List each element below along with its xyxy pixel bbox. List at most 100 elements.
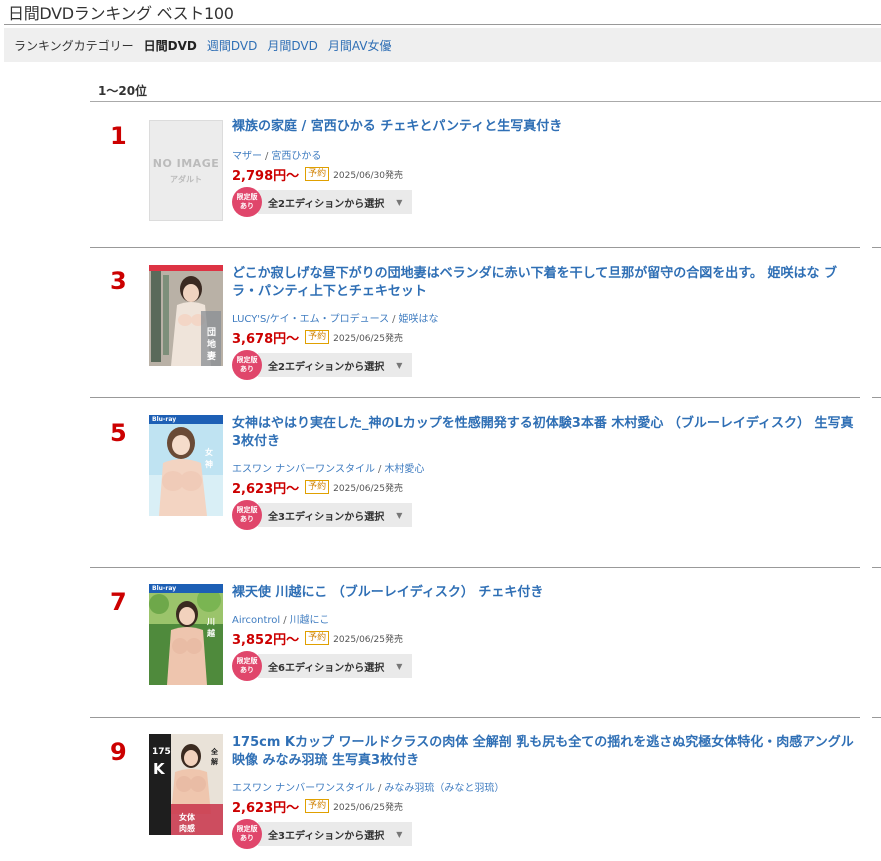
price: 2,623円〜 xyxy=(232,481,300,497)
limited-edition-badge: 限定版 あり xyxy=(232,350,262,380)
item-divider-tail xyxy=(872,247,881,248)
edition-select-label: 全3エディションから選択 xyxy=(268,511,385,523)
cover-text-175: 175 xyxy=(152,747,171,757)
edition-select-dropdown[interactable]: 全2エディションから選択 ▼ xyxy=(258,353,413,377)
category-link-monthly-dvd[interactable]: 月間DVD xyxy=(267,37,317,54)
svg-text:団: 団 xyxy=(207,327,216,338)
product-info: 女神はやはり実在した_神のLカップを性感開発する初体験3本番 木村愛心 （ブルー… xyxy=(232,415,862,530)
price: 2,623円〜 xyxy=(232,800,300,816)
reserve-badge: 予約 xyxy=(305,799,330,813)
limited-label-sub: あり xyxy=(240,365,254,373)
limited-label-sub: あり xyxy=(240,515,254,523)
edition-select-label: 全2エディションから選択 xyxy=(268,361,385,373)
maker-link[interactable]: エスワン ナンバーワンスタイル xyxy=(232,464,375,475)
edition-select-label: 全6エディションから選択 xyxy=(268,662,385,674)
svg-text:全: 全 xyxy=(210,747,219,756)
actress-link[interactable]: 川越にこ xyxy=(290,615,330,626)
product-title-link[interactable]: 裸族の家庭 / 宮西ひかる チェキとパンティと生写真付き xyxy=(232,118,862,136)
maker-link[interactable]: マザー xyxy=(232,151,262,162)
edition-select-dropdown[interactable]: 全2エディションから選択 ▼ xyxy=(258,190,413,214)
svg-text:越: 越 xyxy=(206,628,216,638)
svg-text:神: 神 xyxy=(205,459,213,469)
reserve-badge: 予約 xyxy=(305,480,330,494)
actress-link[interactable]: 木村愛心 xyxy=(384,464,424,475)
maker-link[interactable]: Aircontrol xyxy=(232,615,280,626)
range-heading: 1〜20位 xyxy=(98,84,148,98)
caret-down-icon: ▼ xyxy=(396,197,403,207)
edition-select-label: 全3エディションから選択 xyxy=(268,830,385,842)
no-image-placeholder: NO IMAGE アダルト xyxy=(149,120,223,221)
item-divider-tail xyxy=(872,567,881,568)
bluray-label: Blu-ray xyxy=(149,415,223,424)
reserve-badge: 予約 xyxy=(305,330,330,344)
release-date: 2025/06/30発売 xyxy=(333,170,404,181)
category-link-weekly-dvd[interactable]: 週間DVD xyxy=(207,37,257,54)
product-credits: Aircontrol / 川越にこ xyxy=(232,615,330,626)
price-row: 2,798円〜 予約 2025/06/30発売 xyxy=(232,165,862,184)
product-credits: エスワン ナンバーワンスタイル / みなみ羽琉（みなと羽琉） xyxy=(232,783,505,794)
item-divider xyxy=(90,567,860,568)
product-thumbnail[interactable]: 女体 肉感 全 解 175 K xyxy=(149,734,223,835)
product-info: 裸天使 川越にこ （ブルーレイディスク） チェキ付き Aircontrol / 川越… xyxy=(232,584,862,681)
product-title-link[interactable]: どこか寂しげな昼下がりの団地妻はベランダに赤い下着を干して旦那が留守の合図を出す… xyxy=(232,265,862,301)
item-divider xyxy=(90,247,860,248)
actress-link[interactable]: みなみ羽琉（みなと羽琉） xyxy=(384,783,504,794)
limited-label: 限定版 xyxy=(236,193,258,201)
price-row: 2,623円〜 予約 2025/06/25発売 xyxy=(232,797,862,816)
edition-select-dropdown[interactable]: 全3エディションから選択 ▼ xyxy=(258,503,413,527)
edition-select-dropdown[interactable]: 全6エディションから選択 ▼ xyxy=(258,654,413,678)
maker-link[interactable]: LUCY'S/ケイ・エム・プロデュース xyxy=(232,314,389,325)
category-label: ランキングカテゴリー xyxy=(14,38,134,53)
release-date: 2025/06/25発売 xyxy=(333,634,404,645)
svg-text:妻: 妻 xyxy=(207,350,216,362)
page-title: 日間DVDランキング ベスト100 xyxy=(8,4,234,23)
product-thumbnail[interactable]: 団 地 妻 xyxy=(149,265,223,366)
product-info: どこか寂しげな昼下がりの団地妻はベランダに赤い下着を干して旦那が留守の合図を出す… xyxy=(232,265,862,380)
svg-text:肉感: 肉感 xyxy=(179,823,195,833)
edition-row: 限定版 あり 全2エディションから選択 ▼ xyxy=(232,187,862,217)
product-title-link[interactable]: 裸天使 川越にこ （ブルーレイディスク） チェキ付き xyxy=(232,584,862,602)
reserve-badge: 予約 xyxy=(305,167,330,181)
category-link-monthly-actress[interactable]: 月間AV女優 xyxy=(328,37,392,54)
item-divider-tail xyxy=(872,717,881,718)
limited-edition-badge: 限定版 あり xyxy=(232,187,262,217)
product-thumbnail[interactable]: 女 神 Blu-ray xyxy=(149,415,223,516)
edition-select-dropdown[interactable]: 全3エディションから選択 ▼ xyxy=(258,822,413,846)
product-title-link[interactable]: 女神はやはり実在した_神のLカップを性感開発する初体験3本番 木村愛心 （ブルー… xyxy=(232,415,862,451)
actress-link[interactable]: 宮西ひかる xyxy=(271,151,321,162)
product-title-link[interactable]: 175cm Kカップ ワールドクラスの肉体 全解剖 乳も尻も全ての揺れを逃さぬ究… xyxy=(232,734,862,770)
price-row: 3,852円〜 予約 2025/06/25発売 xyxy=(232,629,862,648)
cover-text-k: K xyxy=(153,760,166,778)
product-credits: エスワン ナンバーワンスタイル / 木村愛心 xyxy=(232,464,425,475)
actress-link[interactable]: 姫咲はな xyxy=(398,314,438,325)
category-bar: ランキングカテゴリー 日間DVD 週間DVD 月間DVD 月間AV女優 xyxy=(4,28,881,62)
item-divider xyxy=(90,717,860,718)
svg-text:解: 解 xyxy=(211,757,218,766)
item-divider-tail xyxy=(872,397,881,398)
edition-select-label: 全2エディションから選択 xyxy=(268,198,385,210)
edition-row: 限定版 あり 全3エディションから選択 ▼ xyxy=(232,819,862,849)
rank-number: 3 xyxy=(110,267,127,295)
product-thumbnail[interactable]: 川 越 Blu-ray xyxy=(149,584,223,685)
caret-down-icon: ▼ xyxy=(396,360,403,370)
release-date: 2025/06/25発売 xyxy=(333,483,404,494)
cover-image: 川 越 Blu-ray xyxy=(149,584,223,685)
price: 3,678円〜 xyxy=(232,331,300,347)
rank-number: 9 xyxy=(110,738,127,766)
product-credits: LUCY'S/ケイ・エム・プロデュース / 姫咲はな xyxy=(232,314,439,325)
cover-image: 女体 肉感 全 解 175 K xyxy=(149,734,223,835)
release-date: 2025/06/25発売 xyxy=(333,333,404,344)
limited-edition-badge: 限定版 あり xyxy=(232,651,262,681)
limited-label: 限定版 xyxy=(236,506,258,514)
svg-text:女: 女 xyxy=(205,447,213,457)
edition-row: 限定版 あり 全3エディションから選択 ▼ xyxy=(232,500,862,530)
price: 3,852円〜 xyxy=(232,632,300,648)
rank-number: 1 xyxy=(110,122,127,150)
product-thumbnail[interactable]: NO IMAGE アダルト xyxy=(149,120,223,221)
price-row: 2,623円〜 予約 2025/06/25発売 xyxy=(232,478,862,497)
maker-link[interactable]: エスワン ナンバーワンスタイル xyxy=(232,783,375,794)
limited-label: 限定版 xyxy=(236,657,258,665)
rank-number: 7 xyxy=(110,588,127,616)
category-current-daily-dvd: 日間DVD xyxy=(143,38,197,53)
product-credits: マザー / 宮西ひかる xyxy=(232,151,322,162)
